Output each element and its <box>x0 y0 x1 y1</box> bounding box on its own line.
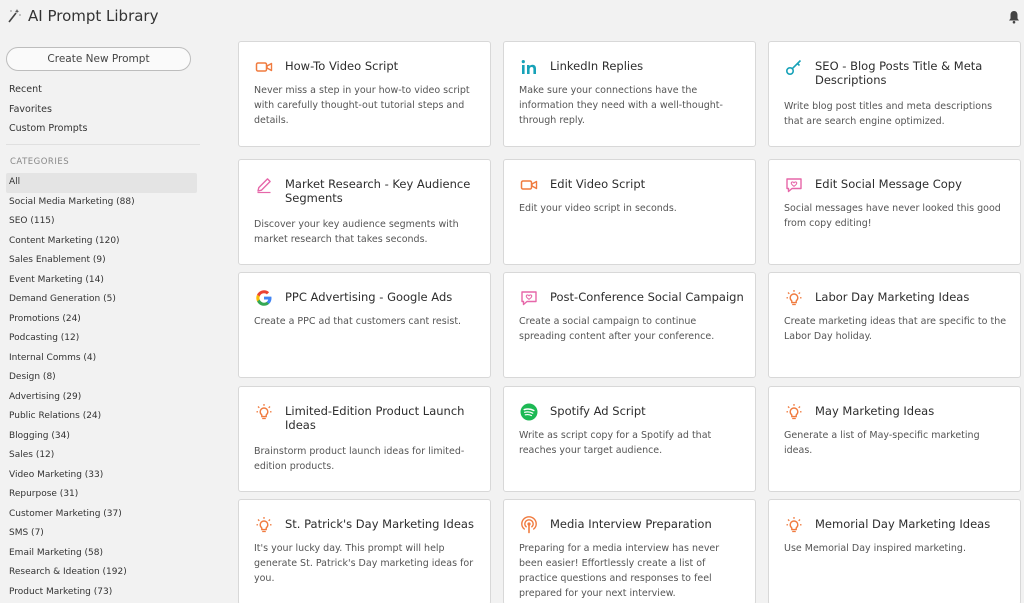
prompt-card-description: Create a PPC ad that customers cant resi… <box>254 316 462 327</box>
category-item-sms[interactable]: SMS (7) <box>6 524 197 544</box>
chat-heart-icon <box>785 176 803 194</box>
key-icon <box>785 58 803 76</box>
prompt-card-description: Make sure your connections have the info… <box>519 85 723 126</box>
prompt-card-title: Media Interview Preparation <box>550 517 712 531</box>
bell-icon[interactable] <box>1008 10 1020 24</box>
prompt-card-title: SEO - Blog Posts Title & Meta Descriptio… <box>815 59 983 87</box>
prompt-card-description: Discover your key audience segments with… <box>254 219 459 245</box>
category-item-design[interactable]: Design (8) <box>6 368 197 388</box>
nav-link-recent[interactable]: Recent <box>9 84 42 95</box>
category-item-demand-generation[interactable]: Demand Generation (5) <box>6 290 197 310</box>
app-title: AI Prompt Library <box>6 7 158 25</box>
sidebar: Create New Prompt Recent Favorites Custo… <box>0 33 205 603</box>
category-item-customer-marketing[interactable]: Customer Marketing (37) <box>6 505 197 525</box>
create-new-prompt-button[interactable]: Create New Prompt <box>6 47 191 71</box>
chat-heart-icon <box>520 289 538 307</box>
prompt-card-edit-video-script[interactable]: Edit Video Script Edit your video script … <box>503 159 756 265</box>
prompt-card-ppc-advertising-google-ads[interactable]: PPC Advertising - Google Ads Create a PPC… <box>238 272 491 378</box>
category-item-sales-enablement[interactable]: Sales Enablement (9) <box>6 251 197 271</box>
prompt-card-description: Social messages have never looked this g… <box>784 203 1001 229</box>
category-item-research-and-ideation[interactable]: Research & Ideation (192) <box>6 563 197 583</box>
app-title-text: AI Prompt Library <box>28 7 159 25</box>
lightbulb-icon <box>255 516 273 534</box>
category-list: All Social Media Marketing (88) SEO (115) C… <box>6 173 197 602</box>
prompt-card-description: Write as script copy for a Spotify ad th… <box>519 430 712 456</box>
prompt-card-title: How-To Video Script <box>285 59 399 73</box>
category-item-seo[interactable]: SEO (115) <box>6 212 197 232</box>
prompt-card-description: Write blog post titles and meta descript… <box>784 101 993 127</box>
prompt-card-post-conference-social-campaign[interactable]: Post-Conference Social Campaign Create a … <box>503 272 756 378</box>
category-item-event-marketing[interactable]: Event Marketing (14) <box>6 271 197 291</box>
category-item-advertising[interactable]: Advertising (29) <box>6 388 197 408</box>
prompt-card-may-marketing-ideas[interactable]: May Marketing Ideas Generate a list of Ma… <box>768 386 1021 492</box>
lightbulb-icon <box>785 403 803 421</box>
sidebar-divider <box>6 144 200 145</box>
prompt-card-title: Labor Day Marketing Ideas <box>815 290 970 304</box>
category-item-repurpose[interactable]: Repurpose (31) <box>6 485 197 505</box>
prompt-card-title: Limited-Edition Product Launch Ideas <box>285 404 465 432</box>
category-item-sales[interactable]: Sales (12) <box>6 446 197 466</box>
prompt-card-how-to-video-script[interactable]: How-To Video Script Never miss a step in … <box>238 41 491 147</box>
prompt-card-memorial-day-marketing-ideas[interactable]: Memorial Day Marketing Ideas Use Memorial… <box>768 499 1021 603</box>
categories-heading: CATEGORIES <box>10 157 70 167</box>
spotify-icon <box>520 403 538 421</box>
prompt-card-title: Post-Conference Social Campaign <box>550 290 744 304</box>
prompt-card-title: Edit Video Script <box>550 177 646 191</box>
category-item-all[interactable]: All <box>6 173 197 193</box>
category-item-promotions[interactable]: Promotions (24) <box>6 310 197 330</box>
prompt-card-description: Brainstorm product launch ideas for limi… <box>254 446 465 472</box>
linkedin-icon <box>520 58 538 76</box>
prompt-card-description: Edit your video script in seconds. <box>519 203 677 214</box>
category-item-product-marketing[interactable]: Product Marketing (73) <box>6 583 197 603</box>
prompt-card-title: Market Research - Key Audience Segments <box>285 177 471 205</box>
prompt-card-description: It's your lucky day. This prompt will he… <box>254 543 474 584</box>
podcast-icon <box>520 516 538 534</box>
lightbulb-icon <box>785 516 803 534</box>
prompt-card-market-research-key-audience-segments[interactable]: Market Research - Key Audience Segments D… <box>238 159 491 265</box>
prompt-card-description: Generate a list of May-specific marketin… <box>784 430 980 456</box>
prompt-card-title: St. Patrick's Day Marketing Ideas <box>285 517 474 531</box>
nav-link-favorites[interactable]: Favorites <box>9 104 52 115</box>
prompt-card-edit-social-message-copy[interactable]: Edit Social Message Copy Social messages … <box>768 159 1021 265</box>
prompt-card-description: Use Memorial Day inspired marketing. <box>784 543 966 554</box>
category-item-social-media-marketing[interactable]: Social Media Marketing (88) <box>6 193 197 213</box>
category-item-blogging[interactable]: Blogging (34) <box>6 427 197 447</box>
video-camera-icon <box>255 58 273 76</box>
prompt-card-title: May Marketing Ideas <box>815 404 935 418</box>
prompt-card-title: Memorial Day Marketing Ideas <box>815 517 991 531</box>
lightbulb-icon <box>785 289 803 307</box>
prompt-card-description: Create marketing ideas that are specific… <box>784 316 1007 342</box>
google-icon <box>255 289 273 307</box>
prompt-card-spotify-ad-script[interactable]: Spotify Ad Script Write as script copy fo… <box>503 386 756 492</box>
prompt-card-linkedin-replies[interactable]: LinkedIn Replies Make sure your connectio… <box>503 41 756 147</box>
video-camera-icon <box>520 176 538 194</box>
prompt-card-title: Spotify Ad Script <box>550 404 646 418</box>
lightbulb-icon <box>255 403 273 421</box>
category-item-video-marketing[interactable]: Video Marketing (33) <box>6 466 197 486</box>
prompt-card-media-interview-preparation[interactable]: Media Interview Preparation Preparing for… <box>503 499 756 603</box>
prompt-card-description: Create a social campaign to continue spr… <box>519 316 715 342</box>
category-item-content-marketing[interactable]: Content Marketing (120) <box>6 232 197 252</box>
prompt-card-description: Preparing for a media interview has neve… <box>519 543 720 599</box>
prompt-card-title: Edit Social Message Copy <box>815 177 962 191</box>
magic-wand-icon <box>8 9 21 23</box>
category-item-internal-comms[interactable]: Internal Comms (4) <box>6 349 197 369</box>
prompt-card-description: Never miss a step in your how-to video s… <box>254 85 470 126</box>
category-item-email-marketing[interactable]: Email Marketing (58) <box>6 544 197 564</box>
prompt-card-title: PPC Advertising - Google Ads <box>285 290 453 304</box>
category-item-public-relations[interactable]: Public Relations (24) <box>6 407 197 427</box>
top-bar: AI Prompt Library <box>0 0 1024 33</box>
prompt-card-title: LinkedIn Replies <box>550 59 644 73</box>
category-item-podcasting[interactable]: Podcasting (12) <box>6 329 197 349</box>
prompt-card-labor-day-marketing-ideas[interactable]: Labor Day Marketing Ideas Create marketin… <box>768 272 1021 378</box>
prompt-card-seo-blog-posts-title-and-meta-descriptions[interactable]: SEO - Blog Posts Title & Meta Descriptio… <box>768 41 1021 147</box>
prompt-card-limited-edition-product-launch-ideas[interactable]: Limited-Edition Product Launch Ideas Brai… <box>238 386 491 492</box>
pencil-icon <box>255 176 273 194</box>
nav-link-custom-prompts[interactable]: Custom Prompts <box>9 123 87 134</box>
prompt-card-st-patrick-s-day-marketing-ideas[interactable]: St. Patrick's Day Marketing Ideas It's yo… <box>238 499 491 603</box>
